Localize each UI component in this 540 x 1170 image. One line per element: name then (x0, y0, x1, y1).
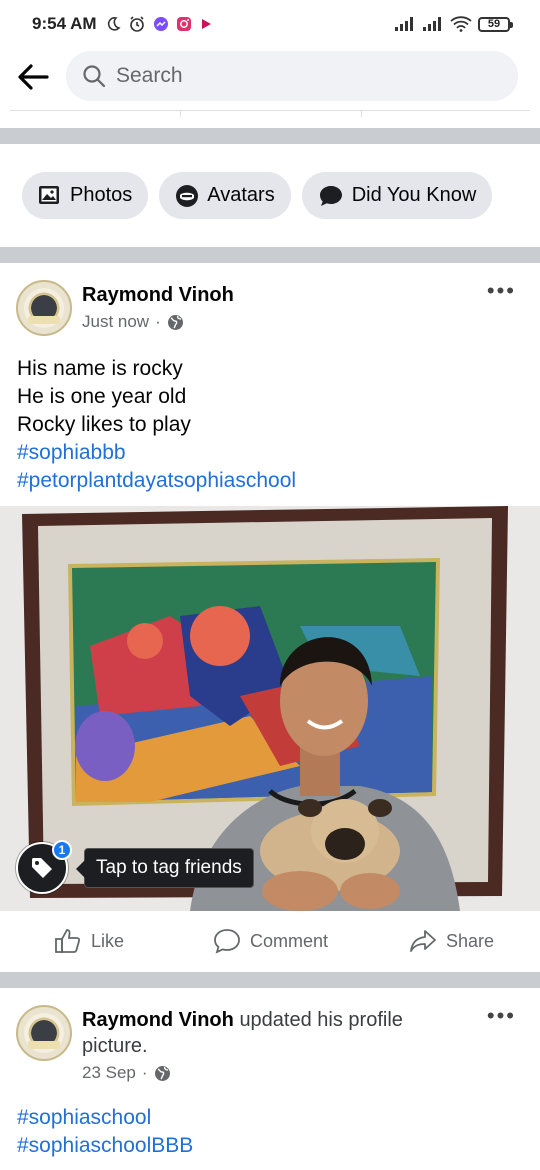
section-separator (0, 972, 540, 988)
post-meta: 23 Sep · (82, 1063, 171, 1083)
post-text-line: He is one year old (17, 385, 187, 408)
tag-icon (32, 858, 52, 878)
back-arrow-icon (18, 64, 49, 90)
search-header: Search (0, 48, 540, 106)
wifi-icon (450, 16, 472, 32)
globe-icon (154, 1065, 170, 1081)
chip-did-you-know[interactable]: Did You Know (301, 172, 493, 219)
post-action-text: picture. (82, 1035, 148, 1057)
section-separator (0, 247, 540, 263)
divider (180, 111, 181, 117)
hashtag-link[interactable]: #sophiaschoolBBB (17, 1132, 193, 1160)
alarm-icon (128, 15, 146, 33)
comment-label: Comment (250, 930, 329, 951)
comment-icon (214, 929, 240, 954)
share-label: Share (446, 930, 495, 951)
status-bar: 9:54 AM 59 (0, 0, 540, 48)
search-placeholder: Search (116, 64, 183, 87)
messenger-icon (153, 16, 169, 32)
divider (10, 110, 530, 111)
avatar-icon (176, 184, 199, 207)
status-time: 9:54 AM (32, 14, 97, 33)
photos-icon (39, 185, 59, 204)
post-body: #sophiaschool #sophiaschoolBBB (17, 1104, 193, 1160)
meta-dot: · (141, 1063, 148, 1082)
post-meta: Just now · (82, 312, 184, 332)
chip-label: Photos (70, 184, 133, 206)
search-input[interactable]: Search (66, 51, 518, 101)
tag-count-badge: 1 (52, 840, 72, 860)
post-action-text: updated his profile (239, 1009, 403, 1031)
chip-photos[interactable]: Photos (22, 172, 149, 219)
meta-dot: · (155, 312, 161, 331)
speech-bubble-icon (319, 185, 342, 206)
globe-icon (167, 314, 183, 330)
signal-icon (394, 16, 416, 32)
hashtag-link[interactable]: #petorplantdayatsophiaschool (17, 467, 296, 495)
post-header: Raymond Vinoh Just now · ••• (16, 280, 526, 340)
battery-icon: 59 (478, 16, 513, 32)
youtube-icon (199, 17, 213, 31)
share-button[interactable]: Share (409, 928, 494, 954)
chip-label: Did You Know (351, 184, 477, 206)
like-label: Like (91, 930, 125, 951)
post-author[interactable]: Raymond Vinoh (82, 1009, 234, 1031)
divider (361, 111, 362, 117)
post-photo[interactable] (0, 506, 540, 911)
search-icon (83, 65, 106, 88)
avatar[interactable] (16, 1005, 72, 1061)
status-icons-right: 59 (394, 16, 513, 32)
back-button[interactable] (12, 56, 54, 98)
post-time[interactable]: 23 Sep (82, 1063, 136, 1083)
post-header: Raymond Vinoh updated his profile pictur… (16, 1005, 526, 1095)
post-body: His name is rocky He is one year old Roc… (17, 355, 296, 495)
post-author[interactable]: Raymond Vinoh (82, 282, 234, 308)
status-icons-left (105, 15, 213, 33)
post-actions: Like Comment Share (0, 914, 540, 970)
photo-image (0, 506, 540, 911)
chip-label: Avatars (207, 184, 275, 206)
like-button[interactable]: Like (54, 928, 124, 954)
instagram-icon (176, 16, 192, 32)
post-time[interactable]: Just now (82, 312, 149, 332)
more-options-button[interactable]: ••• (487, 1005, 516, 1027)
more-options-button[interactable]: ••• (487, 280, 516, 302)
chip-avatars[interactable]: Avatars (159, 172, 291, 219)
hashtag-link[interactable]: #sophiabbb (17, 439, 296, 467)
post-author-line: Raymond Vinoh updated his profile pictur… (82, 1007, 403, 1059)
tag-tooltip[interactable]: Tap to tag friends (76, 848, 254, 888)
moon-icon (105, 16, 121, 32)
post-text-line: His name is rocky (17, 357, 183, 380)
filter-chips: Photos Avatars Did You Know (0, 172, 540, 220)
signal-icon (422, 16, 444, 32)
avatar[interactable] (16, 280, 72, 336)
like-icon (55, 929, 81, 953)
share-icon (410, 930, 436, 952)
comment-button[interactable]: Comment (213, 928, 328, 954)
section-separator (0, 128, 540, 144)
hashtag-link[interactable]: #sophiaschool (17, 1104, 193, 1132)
post-text-line: Rocky likes to play (17, 413, 191, 436)
